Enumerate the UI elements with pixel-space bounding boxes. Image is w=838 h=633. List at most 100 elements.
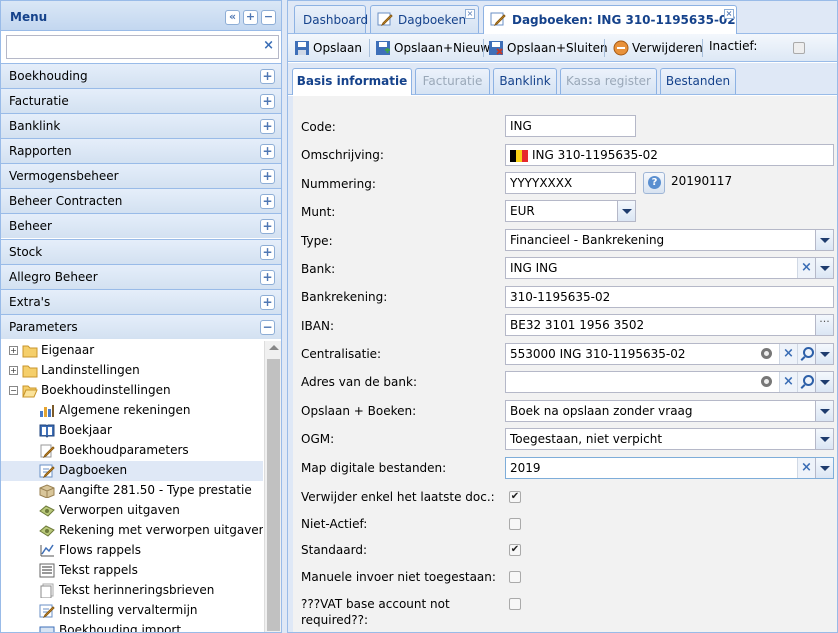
collapse-all-icon[interactable]: − (261, 10, 276, 25)
opslaan-boeken-select[interactable]: Boek na opslaan zonder vraag (505, 400, 834, 422)
scroll-up-icon[interactable] (269, 345, 279, 350)
collapse-icon[interactable]: − (9, 386, 18, 395)
tree-node-boekhoudinstellingen[interactable]: − Boekhoudinstellingen (1, 381, 263, 401)
tree-node-tekst-rappels[interactable]: Tekst rappels (1, 561, 263, 581)
collapse-icon[interactable]: « (225, 10, 240, 25)
clear-icon[interactable]: × (797, 458, 815, 478)
expand-icon[interactable]: + (260, 295, 275, 310)
tree-node-rekening-verworpen[interactable]: Rekening met verworpen uitgaven (1, 521, 263, 541)
chevron-down-icon[interactable] (617, 201, 635, 221)
tree-node-instelling-vervaltermijn[interactable]: Instelling vervaltermijn (1, 601, 263, 621)
expand-icon[interactable]: + (260, 119, 275, 134)
tree-node-dagboeken[interactable]: Dagboeken (1, 461, 263, 481)
help-icon[interactable] (643, 172, 665, 194)
vat-checkbox[interactable] (509, 598, 521, 610)
tab-basis-informatie[interactable]: Basis informatie (292, 68, 412, 95)
expand-icon[interactable]: + (260, 219, 275, 234)
chevron-down-icon[interactable] (815, 401, 833, 421)
menu-item-banklink[interactable]: Banklink + (1, 113, 281, 138)
iban-field[interactable]: BE32 3101 1956 3502 ··· (505, 314, 834, 336)
search-icon[interactable] (797, 372, 815, 392)
ogm-select[interactable]: Toegestaan, niet verpicht (505, 428, 834, 450)
clear-icon[interactable]: × (797, 258, 815, 278)
expand-icon[interactable]: + (260, 194, 275, 209)
inactive-checkbox[interactable] (793, 42, 805, 54)
standaard-checkbox[interactable]: ✔ (509, 544, 521, 556)
omschrijving-field[interactable]: ING 310-1195635-02 (505, 144, 834, 166)
menu-item-beheer[interactable]: Beheer + (1, 213, 281, 238)
save-button[interactable]: Opslaan (294, 39, 362, 57)
menu-item-parameters[interactable]: Parameters − (1, 314, 281, 339)
menu-item-beheer-contracten[interactable]: Beheer Contracten + (1, 188, 281, 213)
tree-scrollbar[interactable] (264, 341, 281, 632)
expand-all-icon[interactable]: + (243, 10, 258, 25)
expand-icon[interactable]: + (260, 245, 275, 260)
type-select[interactable]: Financieel - Bankrekening (505, 229, 834, 251)
tree-node-flows-rappels[interactable]: Flows rappels (1, 541, 263, 561)
menu-item-stock[interactable]: Stock + (1, 239, 281, 264)
chevron-down-icon[interactable] (815, 344, 833, 364)
chevron-down-icon[interactable] (815, 458, 833, 478)
tree-node-boekhoudparameters[interactable]: Boekhoudparameters (1, 441, 263, 461)
chevron-down-icon[interactable] (815, 429, 833, 449)
close-icon[interactable]: × (465, 9, 475, 19)
expand-icon[interactable]: + (260, 94, 275, 109)
menu-item-facturatie[interactable]: Facturatie + (1, 88, 281, 113)
chevron-down-icon[interactable] (815, 372, 833, 392)
tab-banklink[interactable]: Banklink (493, 68, 557, 94)
clear-icon[interactable]: × (779, 344, 797, 364)
save-new-button[interactable]: Opslaan+Nieuw (375, 39, 490, 57)
gear-icon[interactable] (757, 372, 777, 392)
tree-node-boekjaar[interactable]: Boekjaar (1, 421, 263, 441)
tab-dagboek-detail[interactable]: Dagboeken: ING 310-1195635-02 × (483, 5, 737, 34)
tab-bestanden[interactable]: Bestanden (660, 68, 736, 94)
code-label: Code: (301, 120, 336, 134)
manuele-checkbox[interactable] (509, 571, 521, 583)
adres-select[interactable]: × (505, 371, 834, 393)
tree-node-tekst-herinneringsbrieven[interactable]: Tekst herinneringsbrieven (1, 581, 263, 601)
gear-icon[interactable] (757, 344, 777, 364)
tree-node-boekhouding-import[interactable]: Boekhouding import (1, 621, 263, 632)
tree-node-eigenaar[interactable]: + Eigenaar (1, 341, 263, 361)
tree-node-algemene-rekeningen[interactable]: Algemene rekeningen (1, 401, 263, 421)
niet-actief-checkbox[interactable] (509, 518, 521, 530)
expand-icon[interactable]: + (260, 270, 275, 285)
expand-icon[interactable]: + (260, 169, 275, 184)
nummering-field[interactable]: YYYYXXXX (505, 172, 636, 194)
delete-button[interactable]: Verwijderen (613, 39, 703, 57)
menu-item-rapporten[interactable]: Rapporten + (1, 138, 281, 163)
tree-node-verworpen-uitgaven[interactable]: Verworpen uitgaven (1, 501, 263, 521)
close-icon[interactable]: × (724, 9, 734, 19)
tab-facturatie[interactable]: Facturatie (415, 68, 490, 94)
expand-icon[interactable]: + (260, 69, 275, 84)
tree-node-aangifte[interactable]: Aangifte 281.50 - Type prestatie (1, 481, 263, 501)
tree-node-landinstellingen[interactable]: + Landinstellingen (1, 361, 263, 381)
expand-icon[interactable]: + (9, 366, 18, 375)
tab-kassa-register[interactable]: Kassa register (560, 68, 657, 94)
more-icon[interactable]: ··· (815, 315, 833, 335)
menu-item-vermogensbeheer[interactable]: Vermogensbeheer + (1, 163, 281, 188)
chevron-down-icon[interactable] (815, 230, 833, 250)
map-select[interactable]: 2019 × (505, 457, 834, 479)
menu-item-boekhouding[interactable]: Boekhouding + (1, 63, 281, 88)
tab-dashboard[interactable]: Dashboard (294, 5, 368, 33)
chevron-down-icon[interactable] (815, 258, 833, 278)
expand-icon[interactable]: + (9, 346, 18, 355)
clear-icon[interactable]: × (263, 38, 274, 53)
code-field[interactable]: ING (505, 115, 636, 137)
search-icon[interactable] (797, 344, 815, 364)
save-close-button[interactable]: Opslaan+Sluiten (488, 39, 608, 57)
clear-icon[interactable]: × (779, 372, 797, 392)
bank-select[interactable]: ING ING × (505, 257, 834, 279)
tab-dagboeken[interactable]: Dagboeken × (370, 5, 479, 33)
centralisatie-select[interactable]: 553000 ING 310-1195635-02 × (505, 343, 834, 365)
menu-item-extras[interactable]: Extra's + (1, 289, 281, 314)
collapse-icon[interactable]: − (260, 320, 275, 335)
bankrekening-field[interactable]: 310-1195635-02 (505, 286, 834, 308)
scroll-thumb[interactable] (267, 359, 280, 631)
menu-search-input[interactable]: × (6, 35, 279, 59)
munt-select[interactable]: EUR (505, 200, 636, 222)
verwijder-checkbox[interactable]: ✔ (509, 491, 521, 503)
menu-item-allegro-beheer[interactable]: Allegro Beheer + (1, 264, 281, 289)
expand-icon[interactable]: + (260, 144, 275, 159)
